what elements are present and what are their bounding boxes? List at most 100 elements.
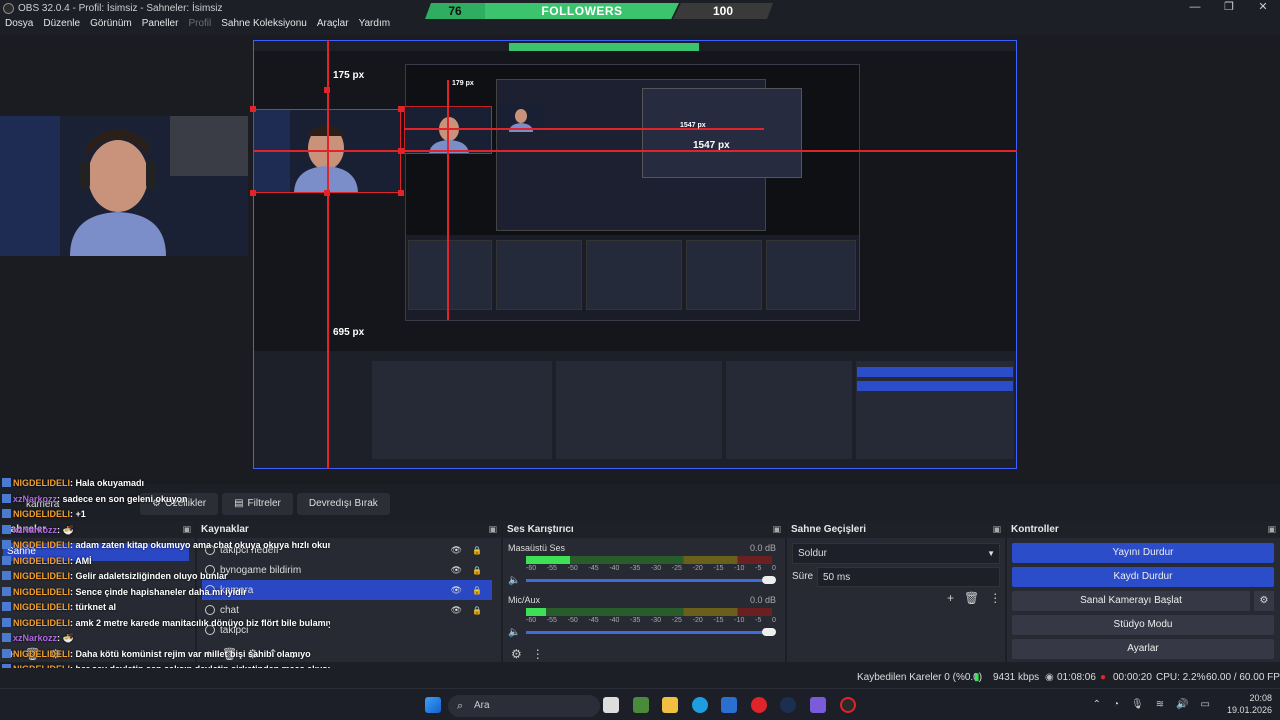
meter-tick: -40 — [609, 565, 620, 572]
wifi-icon[interactable]: ≋ — [1156, 699, 1164, 710]
meter-tick: 0 — [772, 565, 776, 572]
speaker-icon[interactable]: 🔈 — [508, 575, 526, 586]
volume-slider[interactable] — [526, 627, 776, 636]
menu-file[interactable]: Dosya — [0, 16, 38, 32]
eye-icon[interactable]: 👁 — [451, 565, 462, 576]
settings-button[interactable]: Ayarlar — [1012, 639, 1274, 659]
eye-icon[interactable]: 👁 — [451, 545, 462, 556]
task-view-icon[interactable] — [603, 697, 619, 713]
menu-help[interactable]: Yardım — [354, 16, 396, 32]
resize-handle[interactable] — [250, 190, 256, 196]
steam-icon[interactable] — [780, 697, 796, 713]
volume-meter — [526, 556, 772, 564]
network-icon[interactable]: ◔ — [1113, 699, 1119, 710]
trash-icon[interactable]: 🗑 — [964, 591, 979, 605]
lock-icon[interactable]: 🔒 — [472, 566, 482, 575]
resize-handle[interactable] — [250, 106, 256, 112]
app-icon[interactable] — [633, 697, 649, 713]
transition-select[interactable]: Soldur ▼ — [792, 543, 1000, 564]
stop-streaming-button[interactable]: Yayını Durdur — [1012, 543, 1274, 563]
folder-icon[interactable] — [662, 697, 678, 713]
meter-tick: -25 — [671, 617, 682, 624]
mixer-channel: Masaüstü Ses 0.0 dB -60 -55 -50 -45 -40 -35 -3… — [508, 543, 780, 586]
more-icon[interactable]: ⋮ — [989, 591, 1001, 605]
meter-tick: -40 — [609, 617, 620, 624]
lock-icon[interactable]: 🔒 — [472, 546, 482, 555]
chevron-up-icon[interactable]: ⌃ — [1093, 699, 1101, 710]
resize-handle[interactable] — [398, 106, 404, 112]
add-icon[interactable]: + — [947, 591, 954, 605]
mic-icon[interactable]: 🎙 — [1131, 699, 1144, 710]
opera-icon[interactable] — [751, 697, 767, 713]
eye-icon[interactable]: 👁 — [451, 605, 462, 616]
start-virtual-camera-button[interactable]: Sanal Kamerayı Başlat — [1012, 591, 1250, 611]
studio-mode-button[interactable]: Stüdyo Modu — [1012, 615, 1274, 635]
chat-text: : sadece en son geleni okuyon — [57, 493, 188, 504]
obs-icon[interactable] — [840, 697, 856, 713]
app-icon[interactable] — [810, 697, 826, 713]
dock-menu-icon[interactable]: ▣ — [772, 521, 781, 538]
resize-handle[interactable] — [398, 148, 404, 154]
maximize-button[interactable]: ❐ — [1212, 0, 1246, 16]
windows-start-icon[interactable] — [425, 697, 441, 713]
menu-profile[interactable]: Profil — [183, 16, 216, 32]
clock-date: 19.01.2026 — [1226, 705, 1272, 715]
signal-icon: ▮ — [974, 672, 980, 683]
system-tray: ⌃ ◔ 🎙 ≋ 🔊 ▭ — [1093, 699, 1210, 710]
chevron-down-icon: ▼ — [987, 549, 995, 558]
chat-username: NIGDELIDELI — [13, 586, 71, 597]
menu-edit[interactable]: Düzenle — [38, 16, 85, 32]
chat-message: NIGDELIDELI: Sence çinde hapishaneler da… — [0, 585, 330, 601]
edge-icon[interactable] — [692, 697, 708, 713]
speaker-icon[interactable]: 🔈 — [508, 627, 526, 638]
dock-menu-icon[interactable]: ▣ — [488, 521, 497, 538]
meter-tick: -45 — [588, 565, 599, 572]
chat-username: NIGDELIDELI — [13, 602, 71, 612]
resize-handle[interactable] — [324, 87, 330, 93]
lock-icon[interactable]: 🔒 — [472, 586, 482, 595]
battery-icon[interactable]: ▭ — [1201, 699, 1210, 710]
followers-goal-bar: 76 FOLLOWERS 100 — [425, 3, 773, 19]
taskbar-search[interactable]: ⌕ Ara — [448, 695, 600, 717]
audio-mixer-dock: Ses Karıştırıcı ▣ Masaüstü Ses 0.0 dB -60… — [503, 521, 785, 662]
volume-slider[interactable] — [526, 575, 776, 584]
volume-icon[interactable]: 🔊 — [1176, 699, 1188, 710]
badge-icon — [2, 478, 11, 487]
chat-username: NIGDELIDELI — [13, 478, 71, 488]
badge-icon — [2, 493, 11, 503]
menu-docks[interactable]: Paneller — [137, 16, 184, 32]
chat-message: NIGDELIDELI: Daha kötü komünist rejim va… — [0, 647, 330, 663]
preview-canvas[interactable] — [253, 40, 1017, 469]
eye-icon[interactable]: 👁 — [451, 585, 462, 596]
menu-bar: Dosya Düzenle Görünüm Paneller Profil Sa… — [0, 16, 395, 32]
dock-menu-icon[interactable]: ▣ — [1267, 521, 1276, 538]
chat-text: : adam zaten kitap okumuyo ama chat okuy… — [70, 540, 330, 550]
badge-icon — [2, 555, 11, 565]
menu-tools[interactable]: Araçlar — [312, 16, 354, 32]
resize-handle[interactable] — [398, 190, 404, 196]
dock-menu-icon[interactable]: ▣ — [992, 521, 1001, 538]
meter-tick: -30 — [650, 565, 662, 572]
menu-scene-collection[interactable]: Sahne Koleksiyonu — [216, 16, 312, 32]
guide-horizontal — [253, 150, 1017, 152]
gear-icon[interactable]: ⚙ — [511, 647, 522, 661]
store-icon[interactable] — [721, 697, 737, 713]
stop-recording-button[interactable]: Kaydı Durdur — [1012, 567, 1274, 587]
close-button[interactable]: ✕ — [1246, 0, 1280, 16]
chat-message: xzNarkozz: sadece en son geleni okuyon — [0, 492, 330, 508]
chat-text: : 🍜 — [57, 524, 74, 535]
lock-icon[interactable]: 🔒 — [472, 606, 482, 615]
clock[interactable]: 20:08 19.01.2026 — [1227, 692, 1272, 716]
duration-input[interactable]: 50 ms — [817, 567, 1000, 587]
guide-horizontal-nested — [404, 128, 764, 130]
chat-username: NIGDELIDELI — [13, 617, 71, 628]
nested-docks — [406, 235, 859, 320]
minimize-button[interactable]: — — [1178, 0, 1212, 16]
menu-view[interactable]: Görünüm — [85, 16, 137, 32]
gear-icon[interactable]: ⚙ — [1254, 591, 1274, 611]
duration-label: Süre — [792, 571, 814, 582]
resize-handle[interactable] — [324, 190, 330, 196]
chat-message: xzNarkozz: 🍜 — [0, 631, 330, 647]
taskbar: ⌕ Ara ⌃ ◔ 🎙 ≋ 🔊 ▭ 20:08 19.01.2026 — [0, 688, 1280, 720]
more-icon[interactable]: ⋮ — [532, 647, 544, 661]
